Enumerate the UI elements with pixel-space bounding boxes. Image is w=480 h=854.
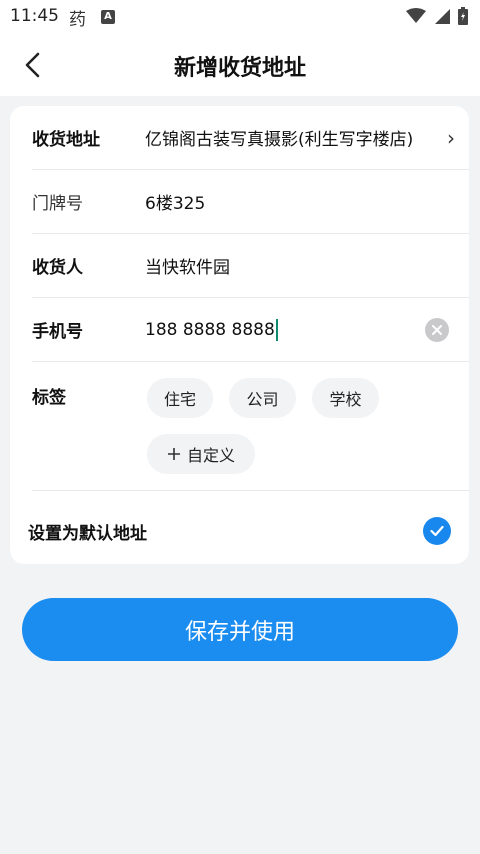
page-title: 新增收货地址	[173, 56, 306, 81]
default-address-checkbox[interactable]	[423, 517, 451, 545]
address-form-card: 收货地址 亿锦阁古装写真摄影(利生写字楼店) › 门牌号 6楼325 收货人 当…	[10, 106, 469, 564]
doorplate-input[interactable]: 6楼325	[145, 189, 205, 214]
app-bar: 新增收货地址	[0, 34, 480, 96]
doorplate-row[interactable]: 门牌号 6楼325	[32, 170, 469, 233]
battery-icon	[458, 7, 468, 25]
phone-input[interactable]: 188 8888 8888	[145, 318, 278, 341]
tag-residence[interactable]: 住宅	[147, 378, 213, 418]
receiver-label: 收货人	[32, 258, 83, 278]
wifi-icon	[406, 8, 426, 23]
phone-row[interactable]: 手机号 188 8888 8888	[32, 298, 469, 361]
phone-value: 188 8888 8888	[145, 319, 275, 340]
chevron-right-icon: ›	[447, 125, 455, 150]
tag-custom-label: 自定义	[186, 446, 235, 465]
notification-a-icon: A	[101, 10, 115, 24]
clear-phone-button[interactable]	[425, 318, 449, 342]
tag-custom-button[interactable]: 自定义	[147, 434, 255, 474]
receiver-row[interactable]: 收货人 当快软件园	[32, 234, 469, 297]
doorplate-label: 门牌号	[32, 194, 83, 214]
plus-icon	[167, 448, 180, 460]
close-icon	[432, 325, 442, 335]
status-bar: 11:45 药 A	[0, 0, 480, 34]
divider	[32, 490, 469, 491]
phone-label: 手机号	[32, 322, 83, 342]
save-and-use-button[interactable]: 保存并使用	[22, 598, 458, 661]
app-notification-glyph: 药	[69, 10, 86, 30]
tag-school[interactable]: 学校	[312, 378, 379, 418]
tags-label: 标签	[32, 388, 66, 408]
address-value[interactable]: 亿锦阁古装写真摄影(利生写字楼店)	[145, 125, 445, 150]
tag-company[interactable]: 公司	[229, 378, 296, 418]
checkmark-icon	[430, 525, 444, 537]
default-address-row[interactable]: 设置为默认地址	[28, 511, 451, 551]
status-time: 11:45	[10, 6, 59, 26]
address-row[interactable]: 收货地址 亿锦阁古装写真摄影(利生写字楼店) ›	[32, 106, 469, 169]
cell-signal-icon	[435, 9, 450, 24]
text-caret	[275, 318, 278, 341]
receiver-input[interactable]: 当快软件园	[145, 253, 230, 278]
status-icons	[406, 7, 468, 25]
divider	[32, 361, 469, 362]
default-address-label: 设置为默认地址	[28, 523, 147, 544]
address-label: 收货地址	[32, 130, 100, 150]
